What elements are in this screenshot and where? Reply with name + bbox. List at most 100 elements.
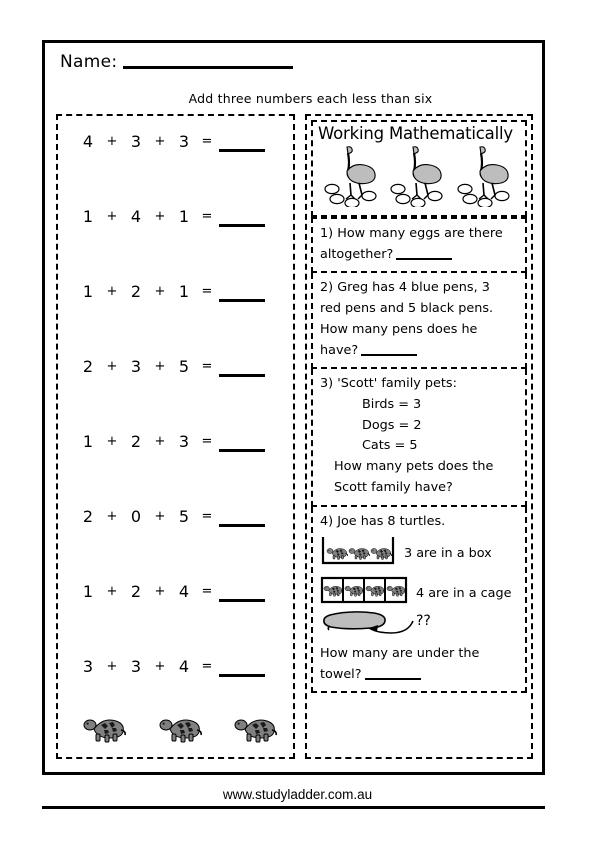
emu-with-eggs (387, 145, 451, 211)
addend-3: 1 (178, 207, 190, 226)
answer-blank[interactable] (219, 432, 265, 452)
turtle-icon (370, 548, 392, 561)
addend-2: 3 (130, 657, 142, 676)
addend-3: 4 (178, 657, 190, 676)
addend-2: 4 (130, 207, 142, 226)
answer-blank[interactable] (219, 657, 265, 677)
addend-1: 1 (82, 582, 94, 601)
turtle-decoration (82, 713, 126, 747)
plus-sign: + (154, 284, 166, 299)
emu-with-eggs (454, 145, 518, 211)
plus-sign: + (106, 284, 118, 299)
turtle-icon (83, 719, 126, 743)
working-mathematically-header-box: Working Mathematically (311, 120, 527, 217)
turtle-cage-icon (320, 576, 408, 612)
equals-sign: = (201, 284, 213, 299)
answer-blank[interactable] (219, 357, 265, 377)
equals-sign: = (201, 434, 213, 449)
question-4-towel-row: ?? (320, 610, 519, 644)
turtle-icon (344, 586, 365, 597)
plus-sign: + (106, 509, 118, 524)
equals-sign: = (201, 209, 213, 224)
addition-problem-row: 1 +2 +3 = (58, 432, 293, 507)
question-3-box: 3) 'Scott' family pets: Birds = 3 Dogs =… (311, 369, 527, 507)
emu-with-eggs (321, 145, 385, 211)
addition-problem-row: 1 +2 +4 = (58, 582, 293, 657)
turtle-icon (234, 719, 277, 743)
question-2-line-4-text: have? (320, 342, 359, 358)
addend-3: 3 (178, 432, 190, 451)
addition-problems-panel: 4 +3 +3 = 1 +4 +1 = 1 +2 +1 = 2 +3 +5 = 1 +2 +3 = 2 +0 +5 = 1 +2 +… (56, 114, 295, 759)
worksheet-subtitle: Add three numbers each less than six (188, 91, 433, 106)
addend-1: 3 (82, 657, 94, 676)
addend-2: 2 (130, 282, 142, 301)
turtle-decoration (158, 713, 202, 747)
addend-3: 4 (178, 582, 190, 601)
answer-blank[interactable] (219, 132, 265, 152)
plus-sign: + (154, 359, 166, 374)
question-1-answer-blank[interactable] (396, 246, 453, 260)
question-2-line-1: 2) Greg has 4 blue pens, 3 (320, 280, 490, 296)
addition-problem-row: 4 +3 +3 = (58, 132, 293, 207)
plus-sign: + (154, 134, 166, 149)
turtle-icon (348, 548, 370, 561)
question-3-line-3: Scott family have? (334, 479, 453, 495)
footer-url[interactable]: www.studyladder.com.au (0, 787, 595, 802)
plus-sign: + (106, 434, 118, 449)
addition-problem-row: 1 +2 +1 = (58, 282, 293, 357)
question-2-line-3: How many pens does he (320, 321, 478, 337)
answer-blank[interactable] (219, 507, 265, 527)
question-3-cats: Cats = 5 (362, 438, 418, 454)
name-label: Name: (60, 52, 118, 72)
name-row: Name: (60, 52, 294, 72)
question-2-answer-blank[interactable] (361, 342, 418, 356)
towel-question-marks: ?? (416, 613, 431, 629)
question-3-birds: Birds = 3 (362, 397, 422, 413)
question-1-box: 1) How many eggs are there altogether? (311, 217, 527, 274)
equals-sign: = (201, 509, 213, 524)
question-4-box-row: 3 are in a box (320, 535, 519, 573)
plus-sign: + (154, 209, 166, 224)
turtle-icon (159, 719, 202, 743)
plus-sign: + (154, 509, 166, 524)
turtle-icon (326, 548, 348, 561)
question-4-box-text: 3 are in a box (404, 545, 492, 561)
answer-blank[interactable] (219, 282, 265, 302)
answer-blank[interactable] (219, 207, 265, 227)
question-2-box: 2) Greg has 4 blue pens, 3 red pens and … (311, 273, 527, 370)
addend-1: 1 (82, 207, 94, 226)
addend-1: 4 (82, 132, 94, 151)
emu-illustration-row (318, 143, 521, 212)
addend-3: 5 (178, 507, 190, 526)
question-3-line-1: 3) 'Scott' family pets: (320, 376, 457, 392)
plus-sign: + (154, 659, 166, 674)
addition-problem-row: 2 +0 +5 = (58, 507, 293, 582)
equals-sign: = (201, 659, 213, 674)
question-1-line-2-text: altogether? (320, 246, 394, 262)
name-input-blank[interactable] (123, 66, 294, 69)
question-4-answer-blank[interactable] (364, 666, 421, 680)
addend-3: 5 (178, 357, 190, 376)
addend-2: 3 (130, 132, 142, 151)
working-mathematically-panel: Working Mathematically 1) How many eggs … (305, 114, 533, 759)
addend-2: 2 (130, 432, 142, 451)
plus-sign: + (106, 209, 118, 224)
answer-blank[interactable] (219, 582, 265, 602)
towel-icon: ?? (320, 609, 442, 649)
plus-sign: + (106, 359, 118, 374)
equals-sign: = (201, 134, 213, 149)
cage-icon (320, 576, 408, 604)
question-1-line-2: altogether? (320, 245, 519, 266)
addend-1: 2 (82, 357, 94, 376)
question-4-line-3: towel? (320, 665, 519, 686)
addend-2: 0 (130, 507, 142, 526)
addend-3: 1 (178, 282, 190, 301)
equals-sign: = (201, 359, 213, 374)
question-2-line-4: have? (320, 341, 519, 362)
towel-with-arrow-icon: ?? (323, 610, 431, 634)
addend-3: 3 (178, 132, 190, 151)
turtle-decoration (233, 713, 277, 747)
addition-problem-row: 1 +4 +1 = (58, 207, 293, 282)
emu-icon (324, 146, 377, 209)
plus-sign: + (154, 434, 166, 449)
